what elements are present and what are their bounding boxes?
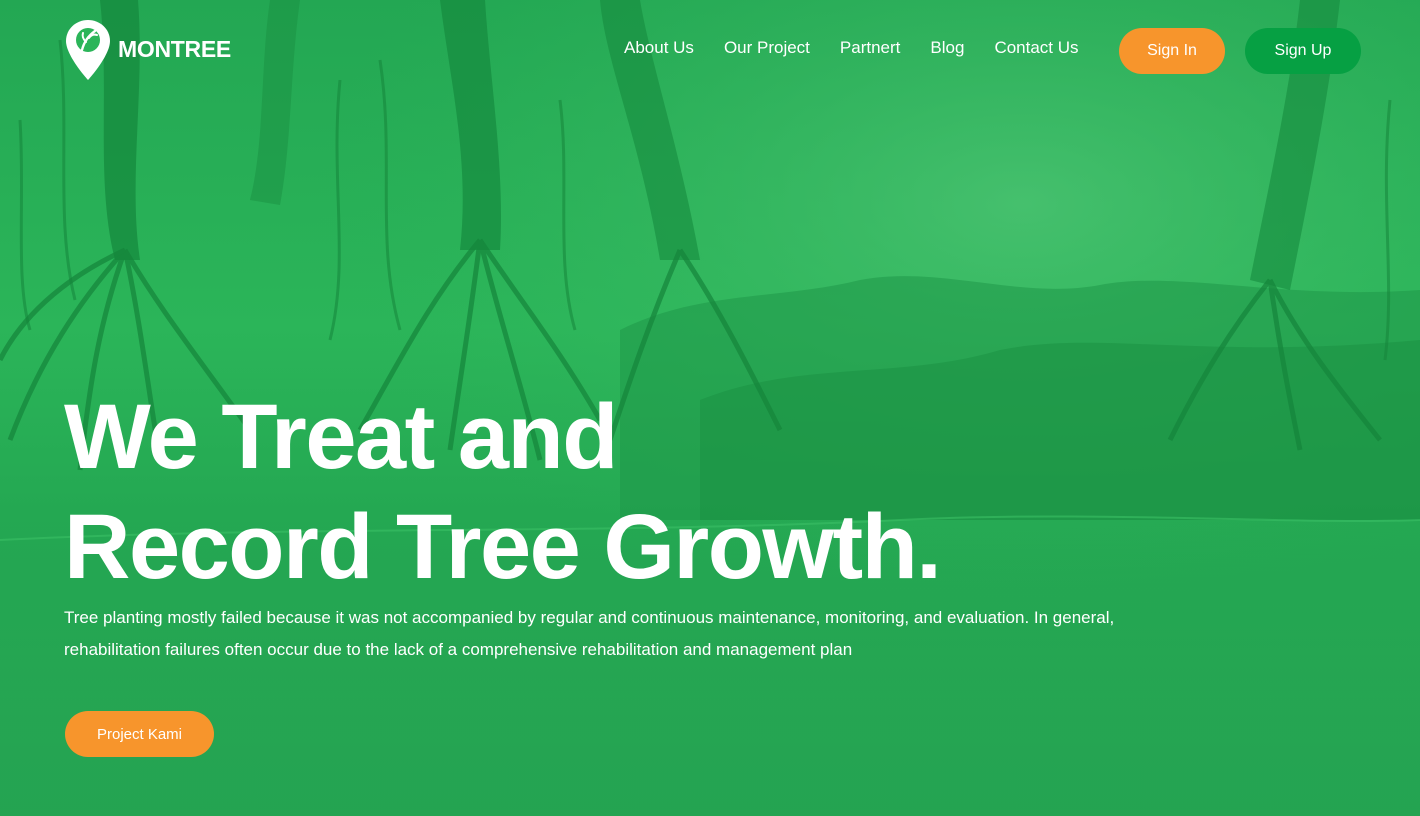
hero-description: Tree planting mostly failed because it w… [64, 608, 1115, 659]
hero-headline-line-2: Record Tree Growth. [64, 496, 942, 598]
hero-headline: We Treat and Record Tree Growth. [64, 382, 942, 602]
hero-section: MONTREE About Us Our Project Partnert Bl… [0, 0, 1420, 816]
nav-item-our-project[interactable]: Our Project [724, 38, 810, 58]
map-pin-leaf-icon [66, 20, 110, 80]
nav-item-contact-us[interactable]: Contact Us [994, 38, 1078, 58]
hero-headline-line-1: We Treat and [64, 386, 618, 488]
sign-up-button[interactable]: Sign Up [1245, 28, 1361, 74]
project-kami-button[interactable]: Project Kami [65, 711, 214, 757]
brand-name: MONTREE [118, 35, 231, 62]
brand-logo[interactable]: MONTREE [64, 18, 231, 82]
nav-item-about-us[interactable]: About Us [624, 38, 694, 58]
sign-in-button[interactable]: Sign In [1119, 28, 1225, 74]
nav-item-blog[interactable]: Blog [930, 38, 964, 58]
main-nav: About Us Our Project Partnert Blog Conta… [624, 38, 1109, 58]
nav-item-partner[interactable]: Partnert [840, 38, 900, 58]
site-header: MONTREE About Us Our Project Partnert Bl… [0, 0, 1420, 100]
